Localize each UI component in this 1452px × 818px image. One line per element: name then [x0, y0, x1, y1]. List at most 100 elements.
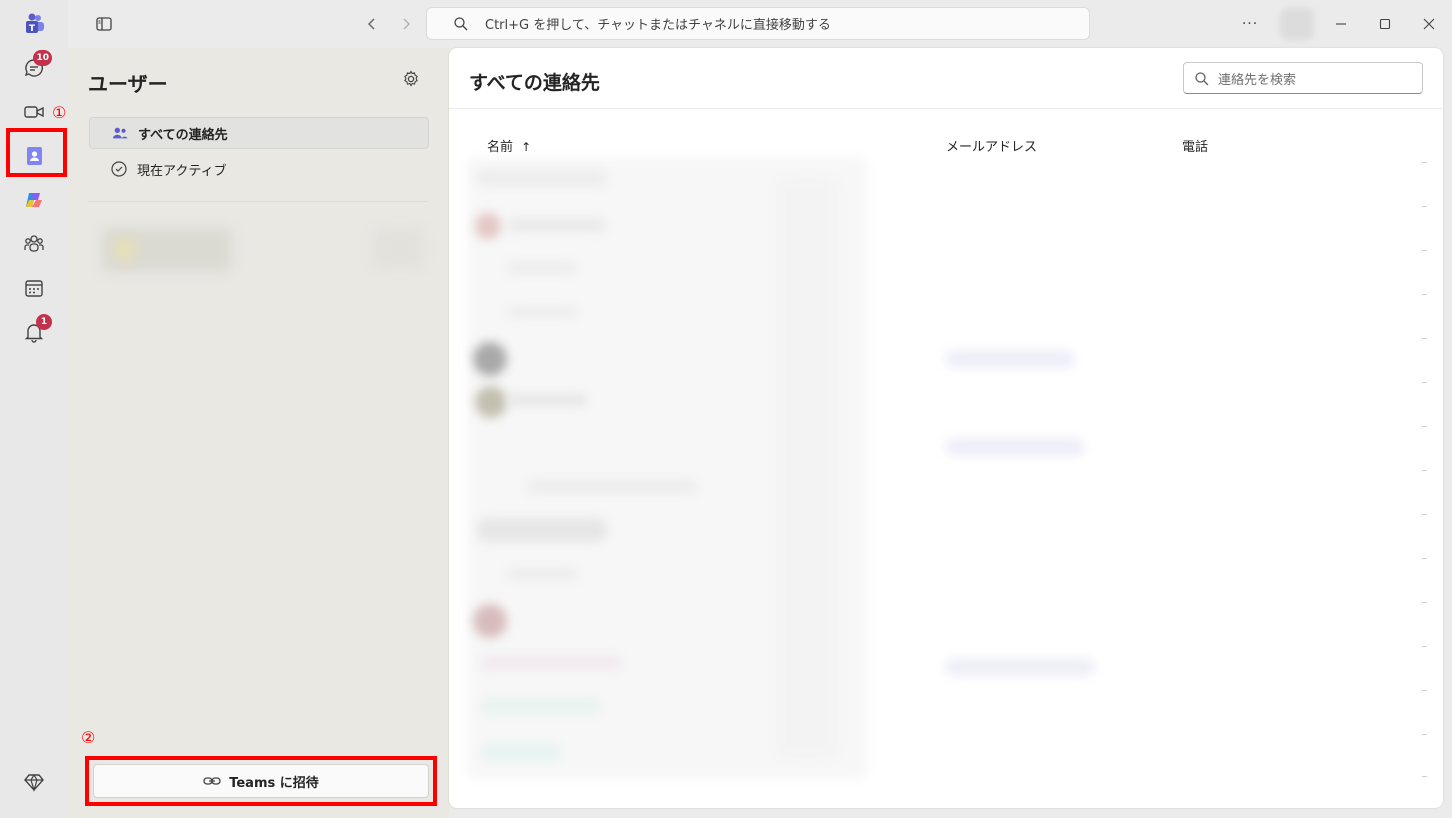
people-side-panel: ユーザー すべての連絡先 現在アクティブ ② Teams に招待	[68, 48, 449, 818]
avatar[interactable]	[1280, 8, 1314, 40]
toggle-sidebar-button[interactable]	[92, 12, 116, 36]
annotation-marker-1: ①	[52, 103, 67, 122]
nav-all-contacts-label: すべての連絡先	[138, 127, 228, 143]
row-divider	[1422, 776, 1427, 777]
more-options-button[interactable]: ···	[1238, 12, 1262, 36]
nav-all-contacts[interactable]: すべての連絡先	[89, 117, 429, 149]
row-divider	[1422, 162, 1427, 163]
forward-button[interactable]	[394, 12, 418, 36]
title-bar: Ctrl+G を押して、チャットまたはチャネルに直接移動する ···	[68, 0, 1452, 48]
people-highlight-box	[6, 128, 67, 177]
search-icon	[1195, 72, 1209, 86]
maximize-icon	[1379, 18, 1391, 30]
video-camera-icon	[24, 106, 44, 118]
annotation-marker-2: ②	[81, 728, 96, 747]
avatar	[475, 386, 507, 418]
settings-button[interactable]	[402, 70, 420, 92]
column-header-name-label: 名前	[487, 140, 514, 155]
contact-search-placeholder: 連絡先を検索	[1218, 72, 1297, 88]
table-row[interactable]	[477, 170, 607, 186]
invite-button-label: Teams に招待	[229, 775, 319, 791]
minimize-button[interactable]	[1329, 12, 1353, 36]
row-divider	[1422, 558, 1427, 559]
row-divider	[1422, 294, 1427, 295]
table-row[interactable]	[481, 744, 561, 760]
avatar	[473, 604, 507, 638]
row-divider	[1422, 514, 1427, 515]
blurred-avatar	[114, 238, 136, 260]
table-row[interactable]	[507, 568, 577, 580]
nav-active-now-label: 現在アクティブ	[137, 163, 227, 179]
table-row[interactable]	[527, 480, 697, 494]
chat-badge: 10	[33, 50, 52, 66]
teams-logo-icon: T	[14, 4, 54, 44]
row-divider	[1422, 602, 1427, 603]
contacts-main-panel: すべての連絡先 連絡先を検索 名前 ↑ メールアドレス 電話	[449, 48, 1443, 808]
global-search-placeholder: Ctrl+G を押して、チャットまたはチャネルに直接移動する	[485, 18, 831, 33]
app-rail: T 10 1	[0, 0, 68, 818]
maximize-button[interactable]	[1373, 12, 1397, 36]
calendar-nav-button[interactable]	[14, 268, 54, 308]
chevron-right-icon	[403, 18, 410, 30]
blurred-email	[945, 350, 1075, 368]
copilot-icon	[26, 193, 42, 207]
header-divider	[449, 108, 1443, 109]
minimize-icon	[1336, 23, 1346, 25]
people-icon	[112, 125, 128, 141]
column-header-name[interactable]: 名前 ↑	[487, 136, 531, 155]
back-button[interactable]	[360, 12, 384, 36]
row-divider	[1422, 470, 1427, 471]
invite-to-teams-button[interactable]: Teams に招待	[93, 764, 429, 798]
table-row[interactable]	[507, 262, 577, 274]
table-row[interactable]	[507, 218, 607, 232]
table-row[interactable]	[477, 518, 607, 542]
side-panel-divider	[88, 201, 428, 202]
premium-nav-button[interactable]	[14, 762, 54, 802]
contacts-table	[467, 158, 1427, 778]
table-row[interactable]	[481, 656, 621, 670]
side-panel-title: ユーザー	[88, 72, 168, 96]
team-group-icon	[24, 235, 44, 252]
table-row[interactable]	[481, 698, 601, 714]
check-circle-icon	[111, 161, 127, 177]
diamond-icon	[24, 773, 44, 793]
nav-active-now[interactable]: 現在アクティブ	[89, 153, 429, 185]
table-row[interactable]	[507, 306, 577, 318]
avatar	[473, 342, 507, 376]
column-header-email[interactable]: メールアドレス	[946, 136, 1037, 155]
row-divider	[1422, 690, 1427, 691]
contact-search-input[interactable]: 連絡先を検索	[1183, 62, 1423, 94]
page-title: すべての連絡先	[469, 72, 600, 94]
global-search-input[interactable]: Ctrl+G を押して、チャットまたはチャネルに直接移動する	[426, 7, 1090, 40]
copilot-nav-button[interactable]	[14, 180, 54, 220]
close-icon	[1423, 18, 1435, 30]
table-row[interactable]	[507, 394, 587, 406]
activity-badge: 1	[36, 314, 52, 330]
sidebar-toggle-icon	[96, 17, 112, 31]
row-divider	[1422, 338, 1427, 339]
calendar-icon	[25, 280, 43, 297]
svg-text:T: T	[29, 24, 36, 34]
chat-nav-button[interactable]: 10	[14, 48, 54, 88]
activity-nav-button[interactable]: 1	[14, 312, 54, 352]
blurred-email	[945, 658, 1095, 676]
gear-icon	[404, 70, 418, 87]
blurred-action	[373, 228, 423, 268]
row-divider	[1422, 734, 1427, 735]
row-divider	[1422, 382, 1427, 383]
teams-nav-button[interactable]	[14, 224, 54, 264]
column-header-phone[interactable]: 電話	[1182, 136, 1208, 155]
meet-nav-button[interactable]	[14, 92, 54, 132]
row-divider	[1422, 426, 1427, 427]
link-icon	[203, 775, 221, 787]
row-divider	[1422, 206, 1427, 207]
blurred-email	[945, 438, 1085, 456]
close-button[interactable]	[1417, 12, 1441, 36]
search-icon	[454, 17, 468, 31]
avatar	[475, 213, 501, 239]
blurred-column	[777, 178, 837, 758]
row-divider	[1422, 250, 1427, 251]
chevron-left-icon	[368, 18, 375, 30]
row-divider	[1422, 646, 1427, 647]
sort-ascending-icon: ↑	[521, 140, 532, 154]
